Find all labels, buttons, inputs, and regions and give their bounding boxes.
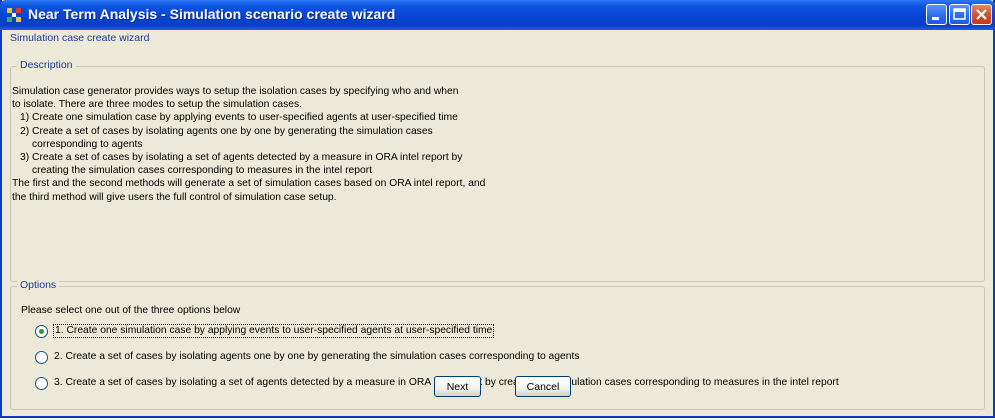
description-line: Simulation case generator provides ways …	[12, 86, 459, 97]
description-line: 2) Create a set of cases by isolating ag…	[20, 125, 433, 137]
description-line: 1) Create one simulation case by applyin…	[20, 112, 458, 124]
radio-selected-icon[interactable]	[35, 325, 48, 338]
radio-unselected-icon[interactable]	[35, 351, 48, 364]
options-group: Options Please select one out of the thr…	[10, 279, 985, 410]
description-line: corresponding to agents	[32, 138, 143, 150]
app-icon	[6, 7, 22, 23]
description-group-title: Description	[17, 59, 76, 71]
description-line: The first and the second methods will ge…	[12, 178, 486, 190]
title-bar[interactable]: Near Term Analysis - Simulation scenario…	[0, 0, 995, 30]
window-title: Near Term Analysis - Simulation scenario…	[28, 6, 396, 22]
description-line: creating the simulation cases correspond…	[32, 165, 372, 177]
radio-unselected-icon[interactable]	[35, 377, 48, 390]
description-text: Simulation case generator provides ways …	[12, 85, 962, 204]
wizard-label: Simulation case create wizard	[10, 32, 150, 44]
option-2-label[interactable]: 2. Create a set of cases by isolating ag…	[53, 351, 580, 362]
wizard-content: Simulation case create wizard Descriptio…	[2, 30, 993, 416]
options-group-title: Options	[17, 279, 60, 291]
next-button[interactable]: Next	[434, 376, 481, 397]
maximize-icon	[953, 8, 966, 20]
options-prompt: Please select one out of the three optio…	[21, 305, 241, 316]
description-line: 3) Create a set of cases by isolating a …	[20, 152, 463, 164]
minimize-button[interactable]	[926, 4, 947, 25]
wizard-window: Near Term Analysis - Simulation scenario…	[0, 0, 995, 418]
close-button[interactable]	[971, 4, 992, 25]
option-1-label[interactable]: 1. Create one simulation case by applyin…	[53, 324, 495, 338]
description-line: to isolate. There are three modes to set…	[12, 99, 302, 111]
minimize-icon	[932, 17, 939, 20]
maximize-button[interactable]	[949, 4, 970, 25]
close-icon	[976, 9, 987, 20]
description-line: the third method will give users the ful…	[12, 191, 337, 203]
cancel-button[interactable]: Cancel	[515, 376, 571, 397]
